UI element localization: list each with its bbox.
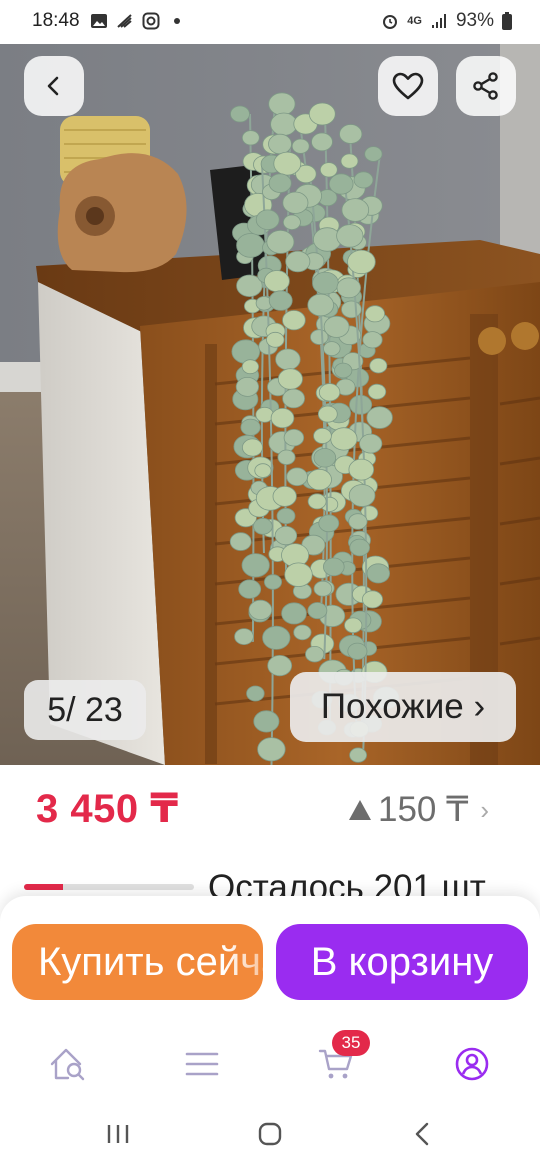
status-notification-icons xyxy=(90,12,186,30)
swipe-notification-icon xyxy=(117,14,132,28)
tab-home[interactable] xyxy=(38,1034,98,1094)
home-search-icon xyxy=(50,1048,85,1081)
back-icon xyxy=(47,76,59,96)
network-type: 4G xyxy=(407,15,422,27)
product-image-eucalyptus-plant xyxy=(0,44,540,765)
chevron-right-icon: › xyxy=(480,794,490,825)
add-to-cart-label: В корзину xyxy=(310,939,494,984)
bonus-points[interactable]: 150 ₸ › xyxy=(348,790,489,830)
favorite-button[interactable] xyxy=(378,56,438,116)
share-button[interactable] xyxy=(456,56,516,116)
share-icon xyxy=(473,72,498,100)
bottom-tab-bar xyxy=(0,1016,540,1100)
tab-catalog[interactable] xyxy=(172,1034,232,1094)
product-photo[interactable] xyxy=(0,44,540,765)
status-system-icons: 4G 93% xyxy=(381,10,512,32)
instagram-notification-icon xyxy=(142,12,160,30)
battery-percent: 93% xyxy=(455,10,494,31)
stock-progress-bar xyxy=(24,884,194,890)
system-back-icon xyxy=(415,1122,429,1146)
heart-icon xyxy=(392,72,424,100)
status-time: 18:48 xyxy=(32,10,80,31)
profile-icon xyxy=(455,1047,489,1081)
dot-notification-icon xyxy=(174,18,180,24)
home-icon xyxy=(258,1122,282,1146)
system-navigation-bar xyxy=(0,1100,540,1170)
product-price: 3 450 ₸ xyxy=(36,787,179,831)
back-button[interactable] xyxy=(24,56,84,116)
catalog-icon xyxy=(185,1052,219,1076)
triangle-up-icon xyxy=(349,800,371,820)
system-back-button[interactable] xyxy=(400,1114,444,1154)
tab-profile[interactable] xyxy=(442,1034,502,1094)
add-to-cart-button[interactable]: В корзину xyxy=(276,924,528,1000)
gallery-notification-icon xyxy=(91,14,107,28)
buy-now-button[interactable]: Купить сейчас xyxy=(12,924,263,1000)
stock-progress-fill xyxy=(24,884,64,890)
buy-now-label: Купить сейчас xyxy=(38,939,263,984)
bonus-value: 150 ₸ xyxy=(378,790,469,829)
similar-label: Похожие › xyxy=(320,687,486,726)
photo-counter: 5/ 23 xyxy=(24,680,146,740)
signal-icon xyxy=(431,14,446,28)
action-panel: Купить сейчас В корзину xyxy=(0,896,540,1016)
status-bar: 18:48 4G 93% xyxy=(0,0,540,44)
battery-icon xyxy=(502,12,512,30)
similar-products-button[interactable]: Похожие › xyxy=(290,672,516,742)
alarm-icon xyxy=(383,15,398,29)
cart-count-badge: 35 xyxy=(332,1030,370,1056)
recents-button[interactable] xyxy=(96,1114,140,1154)
home-button[interactable] xyxy=(248,1114,292,1154)
recents-icon xyxy=(107,1125,129,1143)
